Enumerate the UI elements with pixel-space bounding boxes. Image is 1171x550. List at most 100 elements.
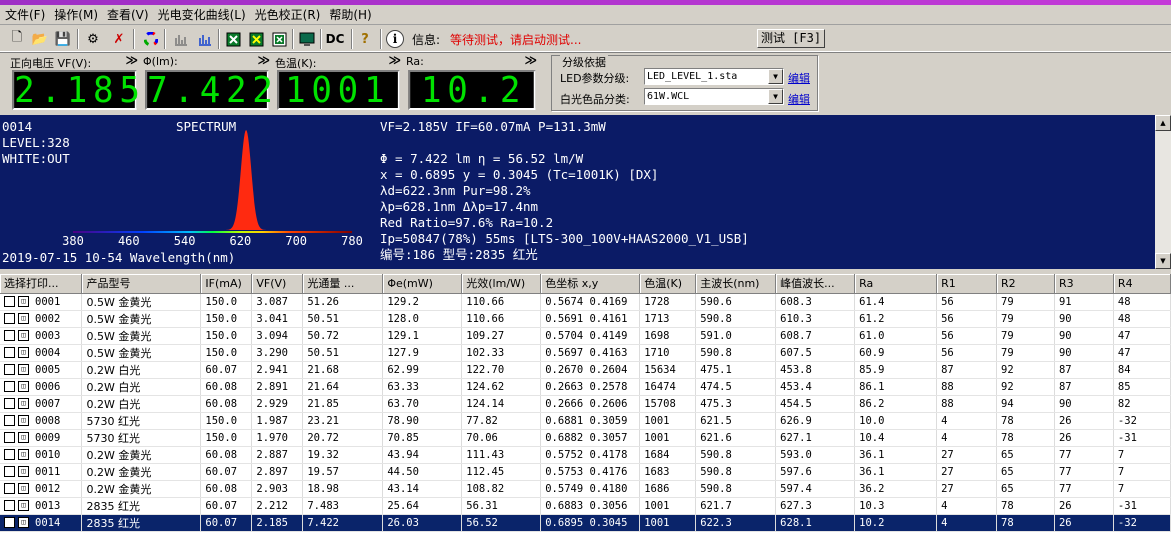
column-header[interactable]: 产品型号 — [81, 274, 202, 294]
table-cell: 150.0 — [200, 429, 253, 447]
table-cell: 150.0 — [200, 412, 253, 430]
column-header[interactable]: 色坐标 x,y — [540, 274, 641, 294]
help-icon[interactable]: ? — [354, 28, 376, 50]
column-header[interactable]: 光效(lm/W) — [461, 274, 542, 294]
table-cell: 1728 — [639, 293, 697, 311]
led-grade-select[interactable]: LED_LEVEL_1.sta ▼ — [644, 68, 784, 85]
chevron-down-icon[interactable]: ▼ — [768, 89, 783, 104]
print-checkbox[interactable] — [4, 483, 15, 494]
column-header[interactable]: 色温(K) — [639, 274, 697, 294]
table-cell: 122.70 — [461, 361, 542, 379]
menu-item[interactable]: 光色校正(R) — [254, 6, 329, 24]
test-button[interactable]: 测试 [F3] — [757, 29, 825, 48]
table-row[interactable]: ◫ 0009 5730 红光 150.0 1.970 20.72 70.85 70.06 0.6… — [0, 429, 1171, 447]
open-icon[interactable]: 📂 — [29, 28, 51, 50]
table-row[interactable]: ◫ 0005 0.2W 白光 60.07 2.941 21.68 62.99 122.70 0.… — [0, 361, 1171, 379]
table-cell: 7 — [1113, 480, 1171, 498]
table-cell: 124.14 — [461, 395, 542, 413]
column-header[interactable]: IF(mA) — [200, 274, 253, 294]
menu-item[interactable]: 帮助(H) — [328, 6, 379, 24]
column-header[interactable]: Φe(mW) — [382, 274, 463, 294]
white-grade-select[interactable]: 61W.WCL ▼ — [644, 88, 784, 105]
menu-item[interactable]: 光电变化曲线(L) — [157, 6, 254, 24]
save-icon[interactable]: 💾 — [52, 28, 74, 50]
column-header[interactable]: 光通量 ... — [302, 274, 384, 294]
menu-item[interactable]: 操作(M) — [53, 6, 106, 24]
column-header[interactable]: 选择打印... — [0, 274, 83, 294]
clear-icon[interactable]: ✗ — [108, 28, 130, 50]
print-checkbox[interactable] — [4, 466, 15, 477]
column-header[interactable]: Ra — [854, 274, 938, 294]
table-cell: 590.8 — [695, 463, 777, 481]
table-row[interactable]: ◫ 0010 0.2W 金黄光 60.08 2.887 19.32 43.94 111.43 0… — [0, 446, 1171, 464]
table-cell: 621.5 — [695, 412, 777, 430]
column-header[interactable]: 主波长(nm) — [695, 274, 777, 294]
expand-arrow-icon[interactable]: ≫ — [388, 53, 401, 67]
menu-item[interactable]: 文件(F) — [4, 6, 53, 24]
column-header[interactable]: R3 — [1054, 274, 1114, 294]
expand-arrow-icon[interactable]: ≫ — [257, 53, 270, 67]
expand-arrow-icon[interactable]: ≫ — [524, 53, 537, 67]
table-cell: 50.51 — [302, 344, 384, 362]
table-row[interactable]: ◫ 0013 2835 红光 60.07 2.212 7.483 25.64 56.31 0.6… — [0, 497, 1171, 515]
table-cell: 454.5 — [775, 395, 856, 413]
monitor-icon[interactable] — [296, 28, 318, 50]
table-row[interactable]: ◫ 0007 0.2W 白光 60.08 2.929 21.85 63.70 124.14 0.… — [0, 395, 1171, 413]
chevron-down-icon[interactable]: ▼ — [768, 69, 783, 84]
table-row[interactable]: ◫ 0002 0.5W 金黄光 150.0 3.041 50.51 128.0 110.66 0… — [0, 310, 1171, 328]
print-checkbox[interactable] — [4, 364, 15, 375]
table-cell: 7.483 — [302, 497, 384, 515]
table-cell: 621.7 — [695, 497, 777, 515]
white-grade-value: 61W.WCL — [647, 91, 690, 102]
report-yellow-icon[interactable] — [245, 28, 267, 50]
print-checkbox[interactable] — [4, 313, 15, 324]
table-row[interactable]: ◫ 0011 0.2W 金黄光 60.07 2.897 19.57 44.50 112.45 0… — [0, 463, 1171, 481]
menu-item[interactable]: 查看(V) — [106, 6, 157, 24]
table-cell: 88 — [936, 395, 998, 413]
print-checkbox[interactable] — [4, 517, 15, 528]
table-cell: 3.094 — [251, 327, 304, 345]
spectrum-scrollbar[interactable]: ▲ ▼ — [1155, 115, 1171, 269]
column-header[interactable]: 峰值波长... — [775, 274, 856, 294]
column-header[interactable]: R4 — [1113, 274, 1171, 294]
print-checkbox[interactable] — [4, 449, 15, 460]
expand-arrow-icon[interactable]: ≫ — [125, 53, 138, 67]
table-cell: 2.212 — [251, 497, 304, 515]
color-wheel-icon[interactable] — [140, 28, 162, 50]
table-row[interactable]: ◫ 0012 0.2W 金黄光 60.08 2.903 18.98 43.14 108.82 0… — [0, 480, 1171, 498]
new-icon[interactable]: 🗋 — [6, 28, 28, 50]
settings-icon[interactable]: ⚙ — [82, 28, 104, 50]
print-checkbox[interactable] — [4, 381, 15, 392]
column-header[interactable]: R2 — [996, 274, 1055, 294]
table-cell: 111.43 — [461, 446, 542, 464]
column-header[interactable]: VF(V) — [251, 274, 304, 294]
dc-icon[interactable]: DC — [323, 28, 347, 50]
print-checkbox[interactable] — [4, 500, 15, 511]
table-row[interactable]: ◫ 0004 0.5W 金黄光 150.0 3.290 50.51 127.9 102.33 0… — [0, 344, 1171, 362]
print-checkbox[interactable] — [4, 347, 15, 358]
toolbar-separator — [164, 29, 166, 49]
chart-blue-icon[interactable] — [194, 28, 216, 50]
table-row[interactable]: ◫ 0014 2835 红光 60.07 2.185 7.422 26.03 56.52 0.6… — [0, 514, 1171, 532]
column-header[interactable]: R1 — [936, 274, 998, 294]
print-checkbox[interactable] — [4, 330, 15, 341]
chart-icon[interactable] — [170, 28, 192, 50]
scroll-up-icon[interactable]: ▲ — [1155, 115, 1171, 131]
table-row[interactable]: ◫ 0008 5730 红光 150.0 1.987 23.21 78.90 77.82 0.6… — [0, 412, 1171, 430]
print-checkbox[interactable] — [4, 415, 15, 426]
table-cell: 44.50 — [382, 463, 463, 481]
table-row[interactable]: ◫ 0006 0.2W 白光 60.08 2.891 21.64 63.33 124.62 0.… — [0, 378, 1171, 396]
report-green-icon[interactable] — [222, 28, 244, 50]
table-row[interactable]: ◫ 0003 0.5W 金黄光 150.0 3.094 50.72 129.1 109.27 0… — [0, 327, 1171, 345]
table-cell: 608.7 — [775, 327, 856, 345]
scroll-down-icon[interactable]: ▼ — [1155, 253, 1171, 269]
report-excel-icon[interactable] — [268, 28, 290, 50]
white-grade-edit-link[interactable]: 编辑 — [788, 91, 810, 107]
print-checkbox[interactable] — [4, 296, 15, 307]
table-row[interactable]: ◫ 0001 0.5W 金黄光 150.0 3.087 51.26 129.2 110.66 0… — [0, 293, 1171, 311]
print-checkbox[interactable] — [4, 398, 15, 409]
meter-label: Ra: — [406, 55, 424, 68]
table-cell: 628.1 — [775, 514, 856, 532]
led-grade-edit-link[interactable]: 编辑 — [788, 70, 810, 86]
print-checkbox[interactable] — [4, 432, 15, 443]
